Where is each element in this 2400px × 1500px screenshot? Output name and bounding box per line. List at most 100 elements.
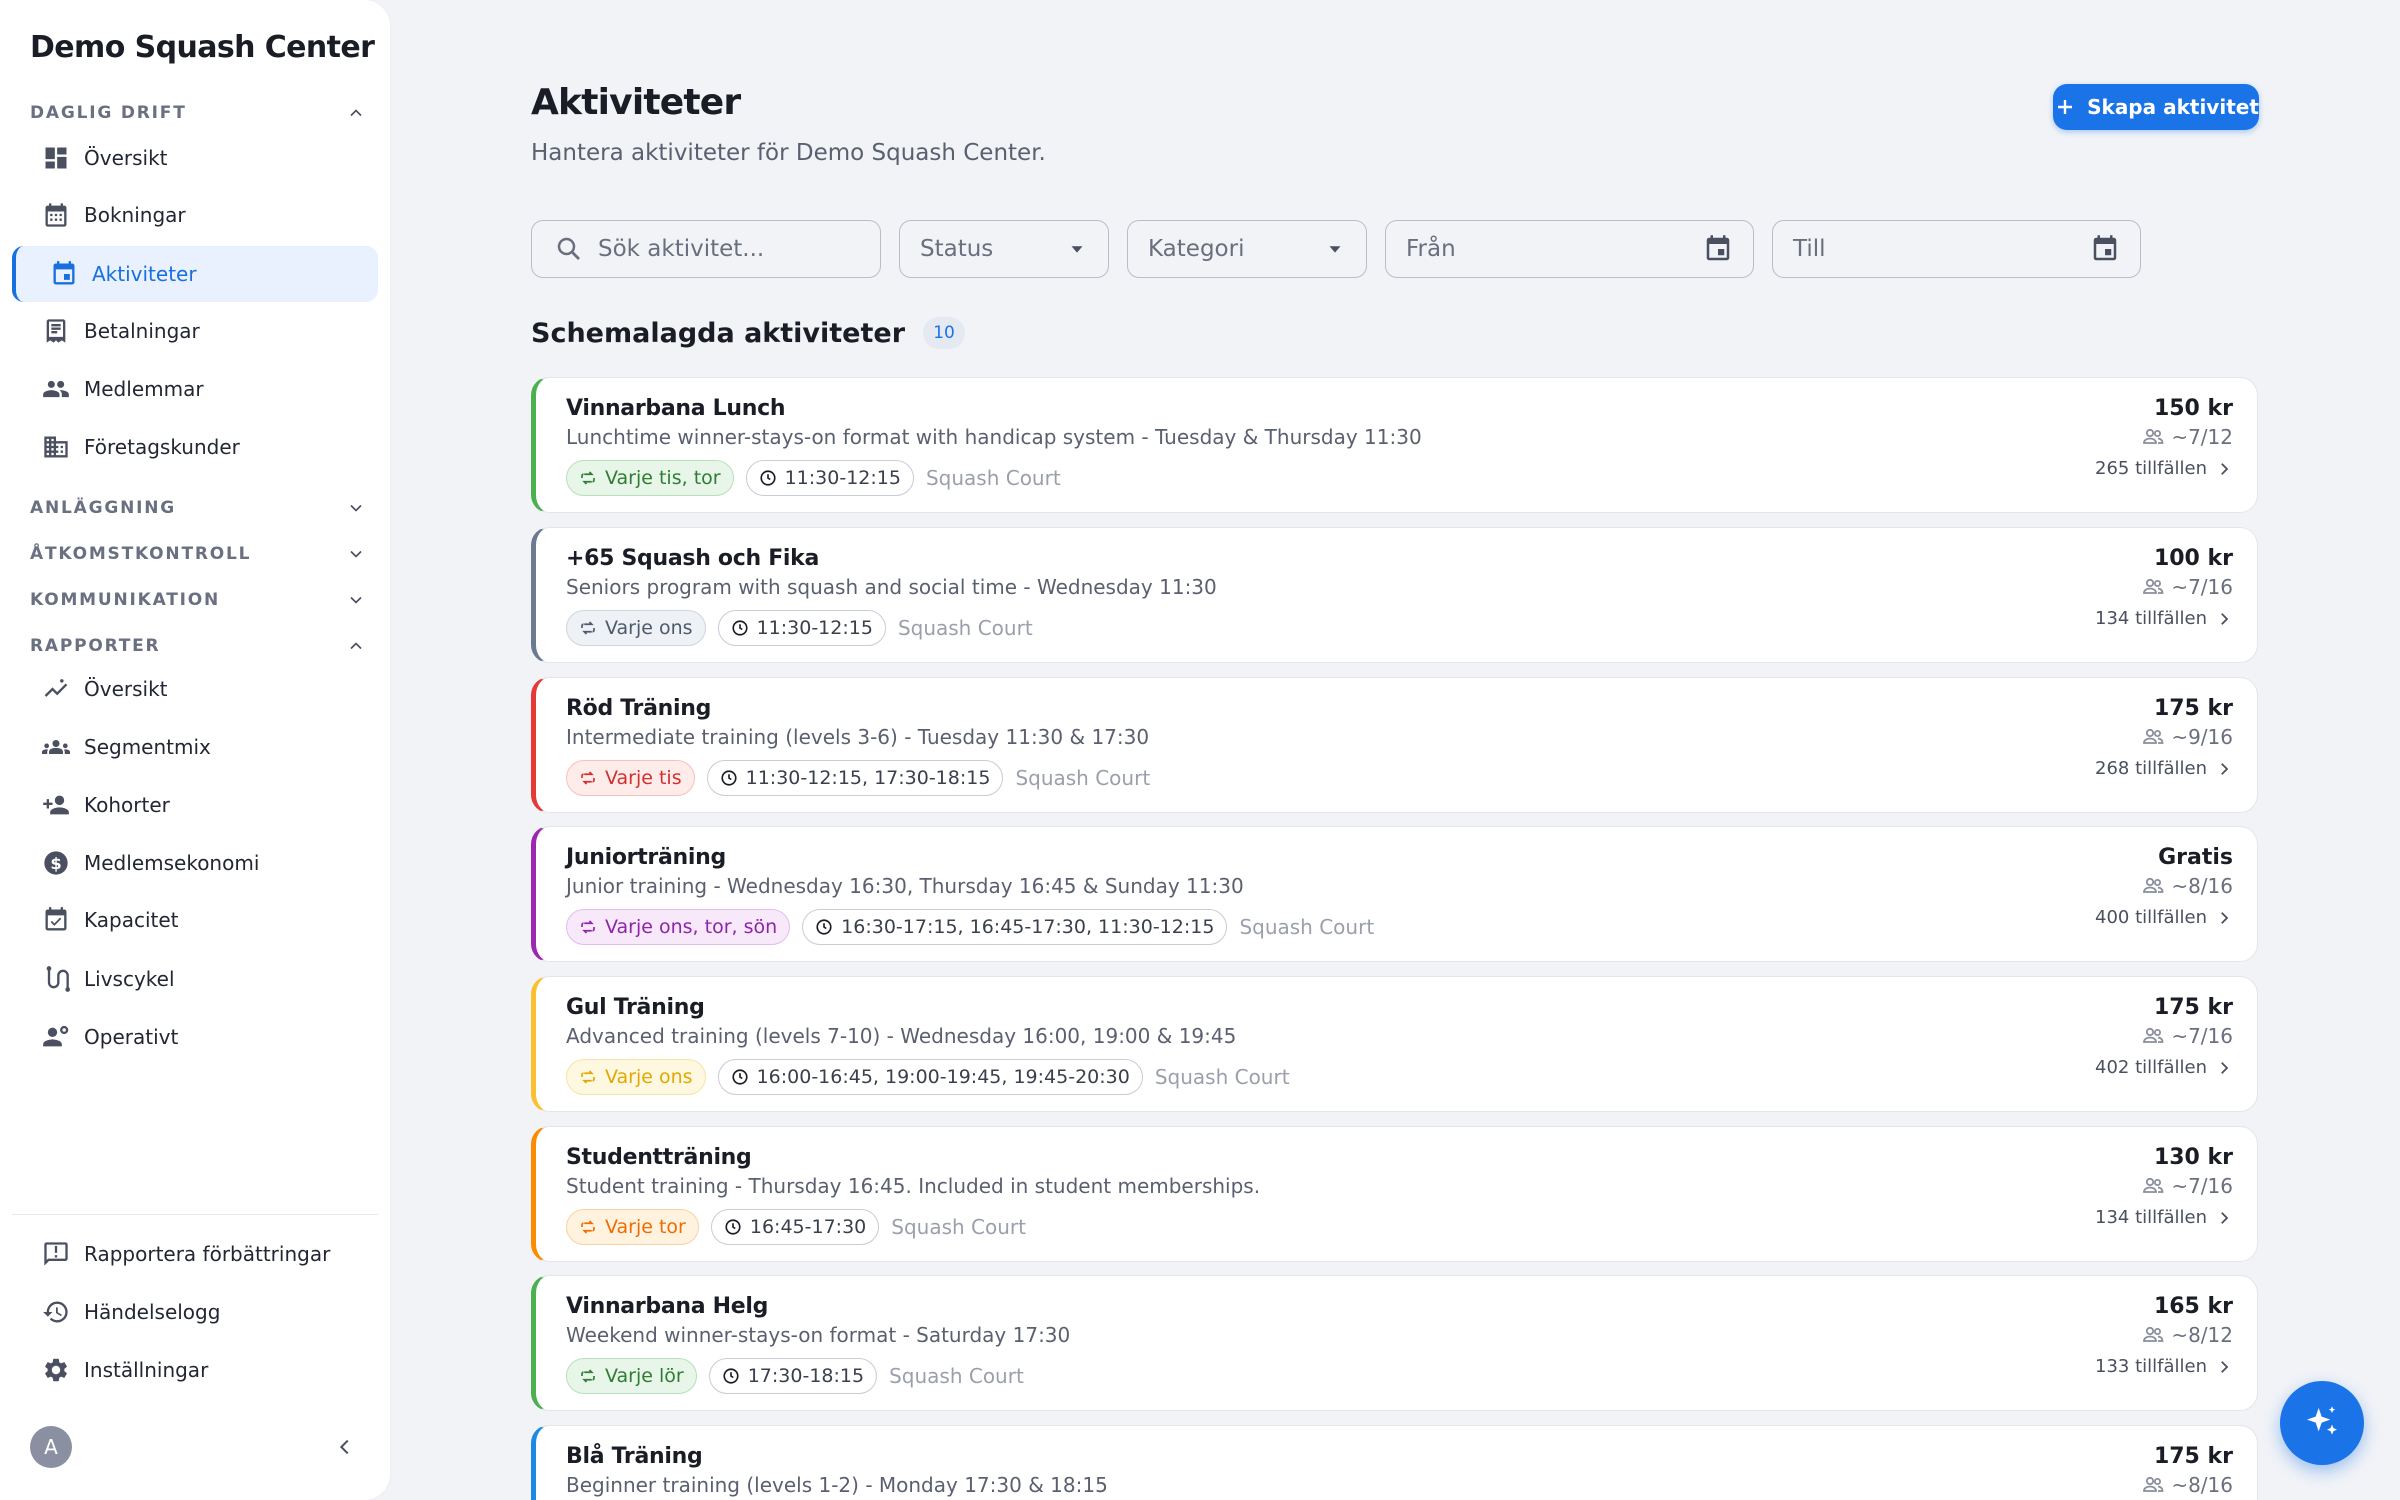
activity-price: 165 kr — [2153, 1294, 2233, 1319]
recurrence-chip: Varje ons, tor, sön — [566, 909, 791, 945]
sidebar-item-corporate[interactable]: Företagskunder — [12, 419, 378, 475]
court-label: Squash Court — [925, 466, 1061, 490]
activity-name: Vinnarbana Lunch — [566, 396, 786, 421]
activity-capacity: ~8/16 — [2141, 874, 2233, 898]
activity-card[interactable]: Juniorträning Junior training - Wednesday… — [531, 826, 2258, 962]
occurrences-link[interactable]: 400 tillfällen — [2095, 907, 2233, 928]
activity-card[interactable]: Gul Träning Advanced training (levels 7-1… — [531, 976, 2258, 1112]
person-add-icon — [42, 791, 70, 819]
activity-name: Röd Träning — [566, 696, 712, 721]
activity-price: 175 kr — [2153, 1444, 2233, 1469]
sidebar-item-report-improvements[interactable]: Rapportera förbättringar — [12, 1226, 378, 1282]
court-label: Squash Court — [1015, 766, 1151, 790]
sidebar-item-capacity[interactable]: Kapacitet — [12, 892, 378, 948]
court-label: Squash Court — [891, 1215, 1026, 1239]
occurrences-link[interactable]: 265 tillfällen — [2095, 458, 2233, 479]
occurrences-link[interactable]: 402 tillfällen — [2095, 1057, 2233, 1078]
collapse-sidebar-button[interactable] — [330, 1432, 360, 1462]
recurrence-chip: Varje tis — [566, 760, 695, 796]
section-access[interactable]: ÅTKOMSTKONTROLL — [30, 539, 366, 569]
activity-capacity: ~8/12 — [2141, 1323, 2233, 1347]
court-label: Squash Court — [1154, 1065, 1290, 1089]
activity-price: 130 kr — [2153, 1145, 2233, 1170]
chevron-right-icon — [2221, 612, 2229, 625]
activity-chips: Varje tis 11:30-12:15, 17:30-18:15 Squash … — [566, 760, 1150, 796]
calendar-icon[interactable] — [1703, 234, 1733, 264]
chevron-right-icon — [2221, 1211, 2229, 1224]
people-outline-icon — [2143, 428, 2164, 444]
time-chip: 16:30-17:15, 16:45-17:30, 11:30-12:15 — [802, 909, 1228, 945]
occurrences-link[interactable]: 134 tillfällen — [2095, 1207, 2233, 1228]
occurrences-link[interactable]: 268 tillfällen — [2095, 758, 2233, 779]
to-date-input[interactable]: Till — [1772, 220, 2141, 278]
sidebar-item-members[interactable]: Medlemmar — [12, 361, 378, 417]
activity-capacity: ~7/16 — [2141, 1024, 2233, 1048]
clock-icon — [721, 770, 737, 786]
chevron-right-icon — [2221, 1061, 2229, 1074]
activity-price: Gratis — [2158, 845, 2233, 870]
sidebar-item-report-overview[interactable]: Översikt — [12, 661, 378, 717]
search-input[interactable]: Sök aktivitet... — [531, 220, 881, 278]
ai-assistant-button[interactable] — [2280, 1381, 2364, 1465]
activity-card[interactable]: Blå Träning Beginner training (levels 1-2… — [531, 1425, 2258, 1500]
section-facility[interactable]: ANLÄGGNING — [30, 493, 366, 523]
from-date-input[interactable]: Från — [1385, 220, 1754, 278]
sidebar-item-event-log[interactable]: Händelselogg — [12, 1284, 378, 1340]
occurrences-link[interactable]: 133 tillfällen — [2095, 1356, 2233, 1377]
activity-card[interactable]: +65 Squash och Fika Seniors program with … — [531, 527, 2258, 663]
occurrences-link[interactable]: 134 tillfällen — [2095, 608, 2233, 629]
sidebar-item-settings[interactable]: Inställningar — [12, 1342, 378, 1398]
activity-card[interactable]: Röd Träning Intermediate training (levels… — [531, 677, 2258, 813]
people-icon — [42, 375, 70, 403]
activity-price: 175 kr — [2153, 995, 2233, 1020]
repeat-icon — [581, 1070, 595, 1084]
category-select[interactable]: Kategori — [1127, 220, 1367, 278]
activity-card[interactable]: Vinnarbana Helg Weekend winner-stays-on f… — [531, 1275, 2258, 1411]
activity-card[interactable]: Vinnarbana Lunch Lunchtime winner-stays-o… — [531, 377, 2258, 513]
court-label: Squash Court — [897, 616, 1033, 640]
recurrence-chip: Varje tis, tor — [566, 460, 734, 496]
activity-description: Lunchtime winner-stays-on format with ha… — [566, 425, 1422, 449]
sidebar-item-overview[interactable]: Översikt — [12, 130, 378, 186]
dashboard-icon — [42, 144, 70, 172]
sidebar-item-segment-mix[interactable]: Segmentmix — [12, 719, 378, 775]
sidebar-item-cohorts[interactable]: Kohorter — [12, 777, 378, 833]
sidebar-item-lifecycle[interactable]: Livscykel — [12, 951, 378, 1007]
activity-description: Weekend winner-stays-on format - Saturda… — [566, 1323, 1071, 1347]
activity-name: Studentträning — [566, 1145, 752, 1170]
court-label: Squash Court — [1239, 915, 1375, 939]
section-daily[interactable]: DAGLIG DRIFT — [30, 98, 366, 128]
sidebar: Demo Squash Center DAGLIG DRIFT Översikt… — [0, 0, 390, 1500]
sidebar-item-member-economy[interactable]: $ Medlemsekonomi — [12, 835, 378, 891]
activity-chips: Varje tis, tor 11:30-12:15 Squash Court — [566, 460, 1061, 496]
chevron-down-icon — [350, 596, 362, 604]
activity-chips: Varje ons 11:30-12:15 Squash Court — [566, 610, 1033, 646]
sidebar-item-activities[interactable]: Aktiviteter — [12, 246, 378, 302]
plus-icon — [2058, 100, 2073, 114]
activity-price: 100 kr — [2153, 546, 2233, 571]
activity-card[interactable]: Studentträning Student training - Thursda… — [531, 1126, 2258, 1262]
sidebar-item-payments[interactable]: Betalningar — [12, 303, 378, 359]
recurrence-chip: Varje ons — [566, 1059, 706, 1095]
sidebar-item-bookings[interactable]: Bokningar — [12, 187, 378, 243]
activity-price: 175 kr — [2153, 696, 2233, 721]
status-select[interactable]: Status — [899, 220, 1109, 278]
chevron-down-icon — [350, 550, 362, 558]
caret-down-icon — [1329, 246, 1341, 253]
section-reports[interactable]: RAPPORTER — [30, 631, 366, 661]
calendar-grid-icon — [42, 201, 70, 229]
activity-capacity: ~7/16 — [2141, 575, 2233, 599]
sidebar-item-operations[interactable]: Operativt — [12, 1009, 378, 1065]
activity-name: Vinnarbana Helg — [566, 1294, 769, 1319]
avatar[interactable]: A — [30, 1426, 72, 1468]
calendar-icon[interactable] — [2090, 234, 2120, 264]
time-chip: 11:30-12:15 — [717, 610, 886, 646]
section-communication[interactable]: KOMMUNIKATION — [30, 585, 366, 615]
caret-down-icon — [1071, 246, 1083, 253]
dollar-icon: $ — [42, 849, 70, 877]
activity-capacity: ~7/16 — [2141, 1174, 2233, 1198]
activity-description: Junior training - Wednesday 16:30, Thurs… — [566, 874, 1244, 898]
scheduled-heading: Schemalagda aktiviteter 10 — [531, 317, 966, 349]
create-activity-button[interactable]: Skapa aktivitet — [2053, 84, 2259, 130]
gear-icon — [42, 1356, 70, 1384]
